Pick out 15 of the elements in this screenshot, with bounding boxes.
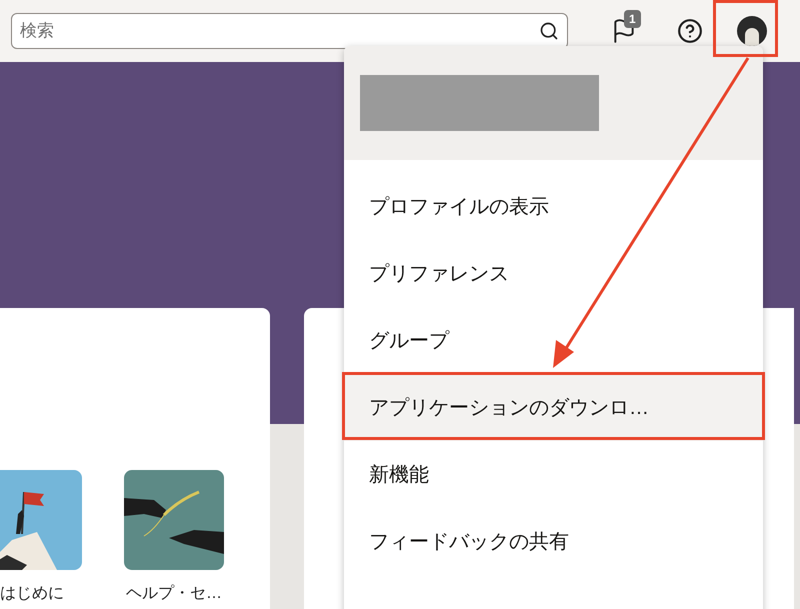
- avatar[interactable]: [737, 16, 767, 46]
- help-icon[interactable]: [677, 18, 703, 44]
- search-icon[interactable]: [539, 21, 559, 41]
- menu-item[interactable]: プリファレンス: [344, 240, 763, 307]
- menu-item[interactable]: プロファイルの表示: [344, 173, 763, 240]
- menu-item[interactable]: 新機能: [344, 441, 763, 508]
- search-field[interactable]: 検索: [11, 13, 568, 49]
- highlight-frame: [713, 0, 778, 57]
- menu-item[interactable]: アプリケーションのダウンロ…: [344, 374, 763, 441]
- notification-badge: 1: [624, 10, 641, 28]
- card-label[interactable]: ヘルプ・セ…: [126, 582, 222, 606]
- search-input[interactable]: 検索: [20, 18, 539, 44]
- menu-item[interactable]: フィードバックの共有: [344, 508, 763, 575]
- card-label[interactable]: はじめに: [0, 582, 64, 606]
- menu-item[interactable]: グループ: [344, 307, 763, 374]
